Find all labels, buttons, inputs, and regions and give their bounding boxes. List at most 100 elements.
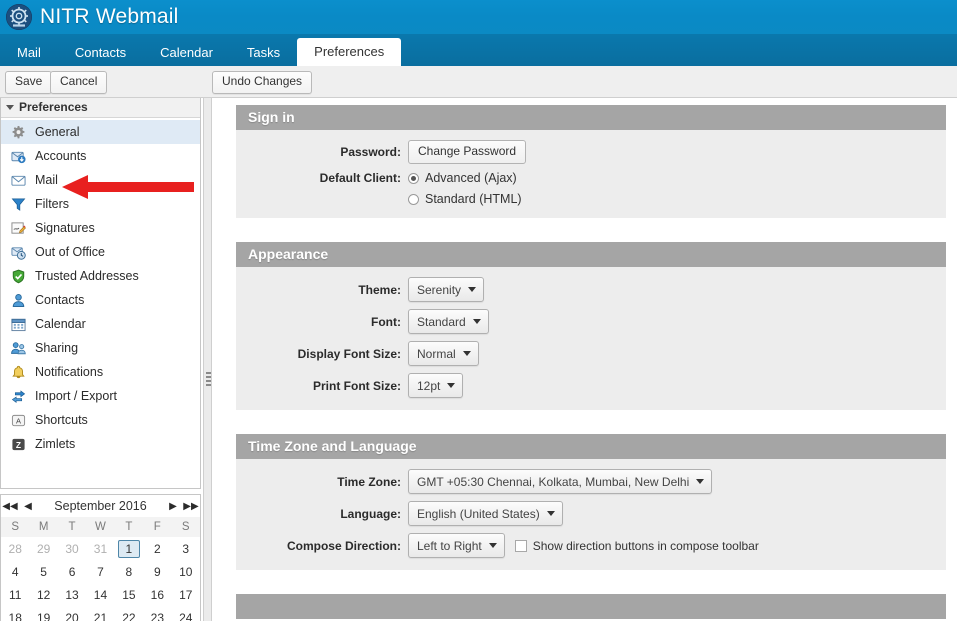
font-label: Font: — [371, 314, 401, 329]
calendar-day[interactable]: 4 — [1, 560, 29, 583]
mini-calendar-title[interactable]: September 2016 — [37, 499, 164, 513]
svg-text:Z: Z — [16, 439, 21, 449]
theme-value: Serenity — [417, 282, 462, 297]
splitter-grip-icon[interactable] — [206, 372, 211, 388]
radio-advanced-ajax[interactable] — [408, 172, 419, 184]
calendar-day[interactable]: 21 — [86, 606, 114, 621]
tab-contacts[interactable]: Contacts — [58, 40, 143, 66]
password-label: Password: — [340, 145, 401, 159]
compose-direction-select[interactable]: Left to Right — [408, 533, 505, 558]
chevron-down-icon — [696, 479, 705, 484]
calendar-day[interactable]: 11 — [1, 583, 29, 606]
calendar-day[interactable]: 7 — [86, 560, 114, 583]
section-title-clipped — [236, 594, 946, 619]
radio-standard-html-label: Standard (HTML) — [425, 192, 522, 206]
tab-calendar[interactable]: Calendar — [143, 40, 230, 66]
webmail-preferences-window: NITR Webmail Mail Contacts Calendar Task… — [0, 0, 957, 621]
time-zone-label: Time Zone: — [337, 474, 401, 489]
time-zone-value: GMT +05:30 Chennai, Kolkata, Mumbai, New… — [417, 474, 690, 489]
chevron-down-icon — [546, 511, 555, 516]
default-client-row-2: Standard (HTML) — [236, 192, 946, 206]
calendar-day[interactable]: 31 — [86, 537, 114, 560]
calendar-day[interactable]: 30 — [58, 537, 86, 560]
calendar-day[interactable]: 10 — [172, 560, 200, 583]
calendar-day[interactable]: 3 — [172, 537, 200, 560]
sidebar-item-label: Mail — [35, 173, 58, 187]
sidebar-splitter[interactable] — [203, 98, 212, 621]
font-row: Font: Standard — [236, 309, 946, 334]
sidebar-item-label: General — [35, 125, 80, 139]
preferences-sidebar: Preferences General Accounts Mail Filter… — [0, 98, 201, 489]
section-next-clipped — [236, 594, 946, 619]
sidebar-item-mail[interactable]: Mail — [1, 168, 200, 192]
mini-calendar: ◀◀ ◀ September 2016 ▶ ▶▶ S M T W T F S 2… — [0, 494, 201, 621]
sidebar-item-label: Calendar — [35, 317, 86, 331]
calendar-day[interactable]: 5 — [29, 560, 57, 583]
calendar-day[interactable]: 28 — [1, 537, 29, 560]
undo-changes-button[interactable]: Undo Changes — [212, 71, 313, 94]
app-title: NITR Webmail — [40, 5, 179, 28]
calendar-day[interactable]: 16 — [143, 583, 171, 606]
sidebar-item-trusted-addresses[interactable]: Trusted Addresses — [1, 264, 200, 288]
time-zone-select[interactable]: GMT +05:30 Chennai, Kolkata, Mumbai, New… — [408, 469, 713, 494]
cancel-button[interactable]: Cancel — [50, 71, 108, 94]
tab-mail[interactable]: Mail — [0, 40, 58, 66]
section-title: Time Zone and Language — [236, 434, 946, 459]
calendar-day[interactable]: 23 — [143, 606, 171, 621]
sidebar-item-out-of-office[interactable]: Out of Office — [1, 240, 200, 264]
calendar-day[interactable]: 8 — [115, 560, 143, 583]
calendar-day[interactable]: 19 — [29, 606, 57, 621]
prev-month-button[interactable]: ◀ — [19, 501, 37, 512]
calendar-day[interactable]: 12 — [29, 583, 57, 606]
calendar-day[interactable]: 6 — [58, 560, 86, 583]
font-select[interactable]: Standard — [408, 309, 489, 334]
next-year-button[interactable]: ▶▶ — [182, 501, 200, 512]
radio-standard-html[interactable] — [408, 193, 419, 205]
sidebar-item-sharing[interactable]: Sharing — [1, 336, 200, 360]
calendar-day[interactable]: 29 — [29, 537, 57, 560]
sidebar-item-signatures[interactable]: Signatures — [1, 216, 200, 240]
section-title: Appearance — [236, 242, 946, 267]
sidebar-item-notifications[interactable]: Notifications — [1, 360, 200, 384]
display-font-size-value: Normal — [417, 346, 456, 361]
save-button[interactable]: Save — [5, 71, 53, 94]
change-password-button[interactable]: Change Password — [408, 140, 527, 164]
sidebar-header[interactable]: Preferences — [1, 98, 200, 118]
calendar-day[interactable]: 13 — [58, 583, 86, 606]
next-month-button[interactable]: ▶ — [164, 501, 182, 512]
prev-year-button[interactable]: ◀◀ — [1, 501, 19, 512]
calendar-day-today[interactable]: 1 — [115, 537, 143, 560]
theme-select[interactable]: Serenity — [408, 277, 485, 302]
calendar-day[interactable]: 20 — [58, 606, 86, 621]
calendar-day[interactable]: 17 — [172, 583, 200, 606]
calendar-day[interactable]: 15 — [115, 583, 143, 606]
chevron-down-icon[interactable] — [6, 105, 14, 110]
tab-preferences[interactable]: Preferences — [297, 38, 402, 66]
sidebar-item-contacts[interactable]: Contacts — [1, 288, 200, 312]
calendar-day[interactable]: 18 — [1, 606, 29, 621]
filter-funnel-icon — [10, 196, 27, 213]
sidebar-item-zimlets[interactable]: Z Zimlets — [1, 432, 200, 456]
calendar-day[interactable]: 22 — [115, 606, 143, 621]
show-direction-buttons-checkbox[interactable] — [514, 539, 527, 552]
calendar-week-row: 11 12 13 14 15 16 17 — [1, 583, 200, 606]
sidebar-item-accounts[interactable]: Accounts — [1, 144, 200, 168]
sidebar-item-filters[interactable]: Filters — [1, 192, 200, 216]
calendar-day[interactable]: 24 — [172, 606, 200, 621]
zimlet-z-icon: Z — [10, 436, 27, 453]
chevron-down-icon — [488, 543, 497, 548]
weekday-label: F — [143, 517, 172, 537]
sidebar-item-label: Out of Office — [35, 245, 105, 259]
calendar-day[interactable]: 2 — [143, 537, 171, 560]
language-select[interactable]: English (United States) — [408, 501, 563, 526]
print-font-size-select[interactable]: 12pt — [408, 373, 464, 398]
app-banner: NITR Webmail — [0, 0, 957, 34]
calendar-day[interactable]: 9 — [143, 560, 171, 583]
display-font-size-select[interactable]: Normal — [408, 341, 479, 366]
tab-tasks[interactable]: Tasks — [230, 40, 297, 66]
sidebar-item-shortcuts[interactable]: A Shortcuts — [1, 408, 200, 432]
calendar-day[interactable]: 14 — [86, 583, 114, 606]
sidebar-item-import-export[interactable]: Import / Export — [1, 384, 200, 408]
sidebar-item-calendar[interactable]: Calendar — [1, 312, 200, 336]
sidebar-item-general[interactable]: General — [1, 120, 200, 144]
